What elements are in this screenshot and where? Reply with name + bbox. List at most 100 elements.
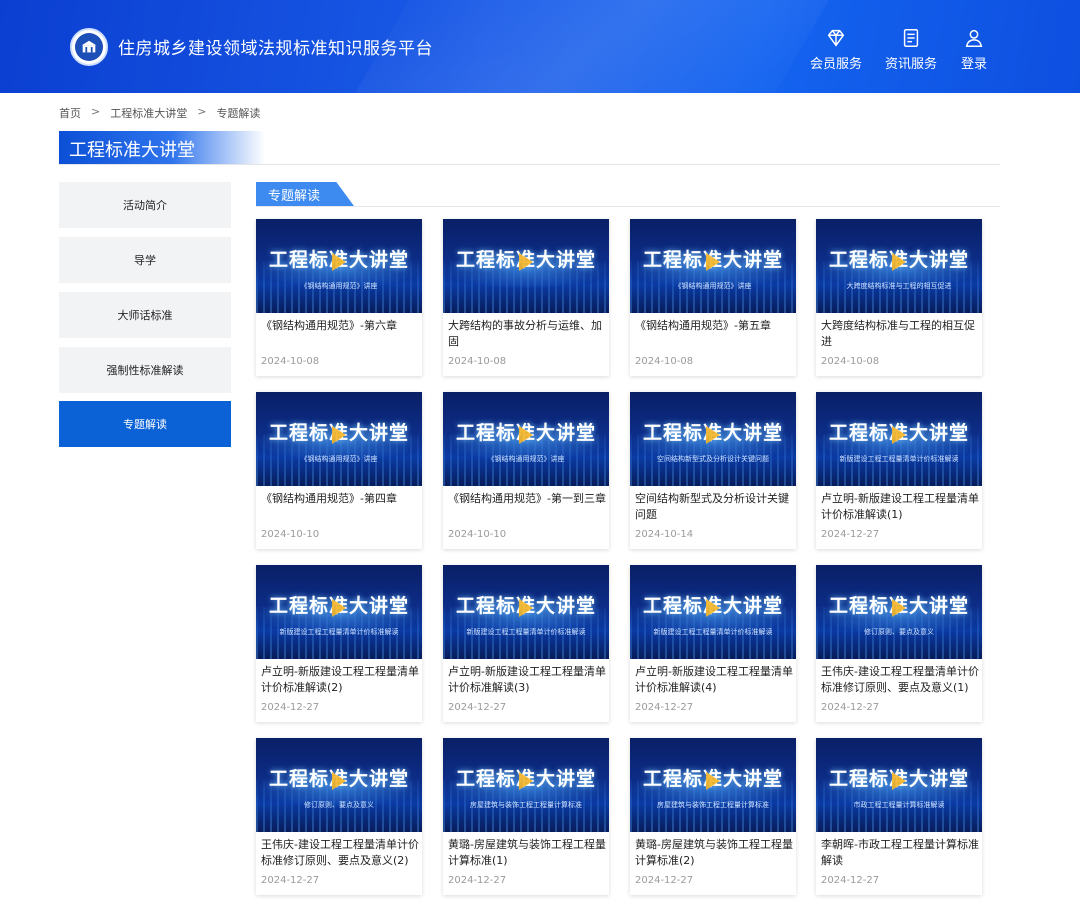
- sidebar-item-intro[interactable]: 活动简介: [59, 182, 231, 228]
- video-title[interactable]: 大跨结构的事故分析与运维、加固: [448, 318, 606, 350]
- play-icon: [332, 426, 346, 444]
- sidebar-item-guide[interactable]: 导学: [59, 237, 231, 283]
- video-thumbnail[interactable]: 工程标准大讲堂 《钢结构通用规范》讲座: [256, 219, 422, 313]
- video-thumbnail[interactable]: 工程标准大讲堂 《钢结构通用规范》讲座: [443, 392, 609, 486]
- video-thumbnail[interactable]: 工程标准大讲堂 市政工程工程量计算标准解读: [816, 738, 982, 832]
- nav-member-service[interactable]: 会员服务: [806, 27, 866, 72]
- video-title[interactable]: 王伟庆-建设工程工程量清单计价标准修订原则、要点及意义(1): [821, 664, 979, 696]
- thumbnail-subtitle: 市政工程工程量计算标准解读: [853, 801, 945, 809]
- thumbnail-subtitle: 新版建设工程工程量清单计价标准解读: [653, 628, 773, 636]
- video-title[interactable]: 《钢结构通用规范》-第六章: [261, 318, 419, 334]
- video-date: 2024-10-10: [448, 529, 507, 540]
- thumbnail-subtitle: 大跨度结构标准与工程的相互促进: [846, 282, 952, 290]
- video-title[interactable]: 《钢结构通用规范》-第四章: [261, 491, 419, 507]
- video-thumbnail[interactable]: 工程标准大讲堂 修订原则、要点及意义: [816, 565, 982, 659]
- sidebar-item-mandatory-standards[interactable]: 强制性标准解读: [59, 347, 231, 393]
- video-card[interactable]: 工程标准大讲堂 《钢结构通用规范》讲座《钢结构通用规范》-第六章 2024-10-0…: [256, 219, 422, 376]
- thumbnail-subtitle: 新版建设工程工程量清单计价标准解读: [466, 628, 586, 636]
- thumbnail-subtitle: 《钢结构通用规范》讲座: [487, 455, 565, 463]
- video-date: 2024-12-27: [821, 529, 880, 540]
- play-icon: [706, 426, 720, 444]
- video-date: 2024-10-14: [635, 529, 694, 540]
- tab-divider: [256, 206, 1000, 207]
- play-icon: [519, 772, 533, 790]
- video-title[interactable]: 卢立明-新版建设工程工程量清单计价标准解读(2): [261, 664, 419, 696]
- thumbnail-subtitle: 房屋建筑与装饰工程工程量计算标准: [657, 801, 769, 809]
- nav-login[interactable]: 登录: [944, 27, 1004, 72]
- video-card[interactable]: 工程标准大讲堂 新版建设工程工程量清单计价标准解读卢立明-新版建设工程工程量清单计…: [816, 392, 982, 549]
- video-thumbnail[interactable]: 工程标准大讲堂 房屋建筑与装饰工程工程量计算标准: [630, 738, 796, 832]
- video-card[interactable]: 工程标准大讲堂 新版建设工程工程量清单计价标准解读卢立明-新版建设工程工程量清单计…: [443, 565, 609, 722]
- video-card[interactable]: 工程标准大讲堂 空间结构新型式及分析设计关键问题空间结构新型式及分析设计关键问题 2…: [630, 392, 796, 549]
- breadcrumb-separator: >: [91, 105, 101, 118]
- video-thumbnail[interactable]: 工程标准大讲堂 新版建设工程工程量清单计价标准解读: [256, 565, 422, 659]
- video-title[interactable]: 卢立明-新版建设工程工程量清单计价标准解读(1): [821, 491, 979, 523]
- video-title[interactable]: 黄璐-房屋建筑与装饰工程工程量计算标准(2): [635, 837, 793, 869]
- video-date: 2024-12-27: [821, 702, 880, 713]
- sidebar-item-master-talk[interactable]: 大师话标准: [59, 292, 231, 338]
- video-date: 2024-12-27: [635, 702, 694, 713]
- video-card[interactable]: 工程标准大讲堂 《钢结构通用规范》讲座《钢结构通用规范》-第一到三章 2024-10…: [443, 392, 609, 549]
- breadcrumb-lecture-hall[interactable]: 工程标准大讲堂: [110, 105, 187, 121]
- video-thumbnail[interactable]: 工程标准大讲堂 空间结构新型式及分析设计关键问题: [630, 392, 796, 486]
- play-icon: [332, 253, 346, 271]
- play-icon: [892, 426, 906, 444]
- nav-label: 登录: [960, 57, 987, 72]
- video-date: 2024-10-08: [261, 356, 320, 367]
- user-icon: [965, 29, 983, 47]
- video-date: 2024-10-08: [821, 356, 880, 367]
- breadcrumb-home[interactable]: 首页: [59, 105, 81, 121]
- video-thumbnail[interactable]: 工程标准大讲堂 新版建设工程工程量清单计价标准解读: [816, 392, 982, 486]
- emblem-icon: [75, 33, 103, 61]
- video-thumbnail[interactable]: 工程标准大讲堂 新版建设工程工程量清单计价标准解读: [630, 565, 796, 659]
- video-thumbnail[interactable]: 工程标准大讲堂: [443, 219, 609, 313]
- video-title[interactable]: 空间结构新型式及分析设计关键问题: [635, 491, 793, 523]
- nav-news-service[interactable]: 资讯服务: [881, 27, 941, 72]
- video-card[interactable]: 工程标准大讲堂 市政工程工程量计算标准解读李朝晖-市政工程工程量计算标准解读 202…: [816, 738, 982, 895]
- video-title[interactable]: 王伟庆-建设工程工程量清单计价标准修订原则、要点及意义(2): [261, 837, 419, 869]
- video-title[interactable]: 黄璐-房屋建筑与装饰工程工程量计算标准(1): [448, 837, 606, 869]
- breadcrumb: 首页 > 工程标准大讲堂 > 专题解读: [59, 105, 260, 121]
- video-title[interactable]: 李朝晖-市政工程工程量计算标准解读: [821, 837, 979, 869]
- video-card[interactable]: 工程标准大讲堂 新版建设工程工程量清单计价标准解读卢立明-新版建设工程工程量清单计…: [256, 565, 422, 722]
- video-card[interactable]: 工程标准大讲堂 房屋建筑与装饰工程工程量计算标准黄璐-房屋建筑与装饰工程工程量计算…: [443, 738, 609, 895]
- thumbnail-subtitle: 修订原则、要点及意义: [304, 801, 374, 809]
- play-icon: [892, 772, 906, 790]
- sidebar-item-topic-interpretation[interactable]: 专题解读: [59, 401, 231, 447]
- section-divider: [59, 164, 1000, 165]
- video-card[interactable]: 工程标准大讲堂 大跨结构的事故分析与运维、加固 2024-10-08: [443, 219, 609, 376]
- video-thumbnail[interactable]: 工程标准大讲堂 《钢结构通用规范》讲座: [630, 219, 796, 313]
- play-icon: [519, 599, 533, 617]
- video-card[interactable]: 工程标准大讲堂 《钢结构通用规范》讲座《钢结构通用规范》-第五章 2024-10-0…: [630, 219, 796, 376]
- video-card[interactable]: 工程标准大讲堂 《钢结构通用规范》讲座 《钢结构通用规范》-第四章 2024-10-1…: [256, 392, 422, 549]
- tab-topic-interpretation[interactable]: 专题解读: [256, 182, 354, 206]
- video-title[interactable]: 《钢结构通用规范》-第五章: [635, 318, 793, 334]
- video-date: 2024-12-27: [821, 875, 880, 886]
- video-card[interactable]: 工程标准大讲堂 大跨度结构标准与工程的相互促进 大跨度结构标准与工程的相互促进 202…: [816, 219, 982, 376]
- video-card[interactable]: 工程标准大讲堂 房屋建筑与装饰工程工程量计算标准黄璐-房屋建筑与装饰工程工程量计算…: [630, 738, 796, 895]
- video-thumbnail[interactable]: 工程标准大讲堂 房屋建筑与装饰工程工程量计算标准: [443, 738, 609, 832]
- video-title[interactable]: 卢立明-新版建设工程工程量清单计价标准解读(3): [448, 664, 606, 696]
- video-thumbnail[interactable]: 工程标准大讲堂 新版建设工程工程量清单计价标准解读: [443, 565, 609, 659]
- play-icon: [519, 426, 533, 444]
- video-title[interactable]: 《钢结构通用规范》-第一到三章: [448, 491, 606, 507]
- site-title[interactable]: 住房城乡建设领域法规标准知识服务平台: [118, 34, 433, 59]
- video-title[interactable]: 卢立明-新版建设工程工程量清单计价标准解读(4): [635, 664, 793, 696]
- video-date: 2024-12-27: [261, 702, 320, 713]
- video-card[interactable]: 工程标准大讲堂 新版建设工程工程量清单计价标准解读卢立明-新版建设工程工程量清单计…: [630, 565, 796, 722]
- video-date: 2024-12-27: [448, 875, 507, 886]
- video-date: 2024-12-27: [635, 875, 694, 886]
- video-thumbnail[interactable]: 工程标准大讲堂 《钢结构通用规范》讲座: [256, 392, 422, 486]
- video-thumbnail[interactable]: 工程标准大讲堂 修订原则、要点及意义: [256, 738, 422, 832]
- site-logo[interactable]: [70, 28, 108, 66]
- breadcrumb-separator: >: [197, 105, 207, 118]
- video-thumbnail[interactable]: 工程标准大讲堂 大跨度结构标准与工程的相互促进: [816, 219, 982, 313]
- top-header: 住房城乡建设领域法规标准知识服务平台 会员服务 资讯服务 登录: [0, 0, 1080, 93]
- video-card[interactable]: 工程标准大讲堂 修订原则、要点及意义王伟庆-建设工程工程量清单计价标准修订原则、要…: [256, 738, 422, 895]
- play-icon: [892, 253, 906, 271]
- thumbnail-subtitle: 《钢结构通用规范》讲座: [300, 282, 378, 290]
- document-icon: [903, 29, 919, 47]
- video-card[interactable]: 工程标准大讲堂 修订原则、要点及意义王伟庆-建设工程工程量清单计价标准修订原则、要…: [816, 565, 982, 722]
- video-date: 2024-10-08: [635, 356, 694, 367]
- video-title[interactable]: 大跨度结构标准与工程的相互促进: [821, 318, 979, 350]
